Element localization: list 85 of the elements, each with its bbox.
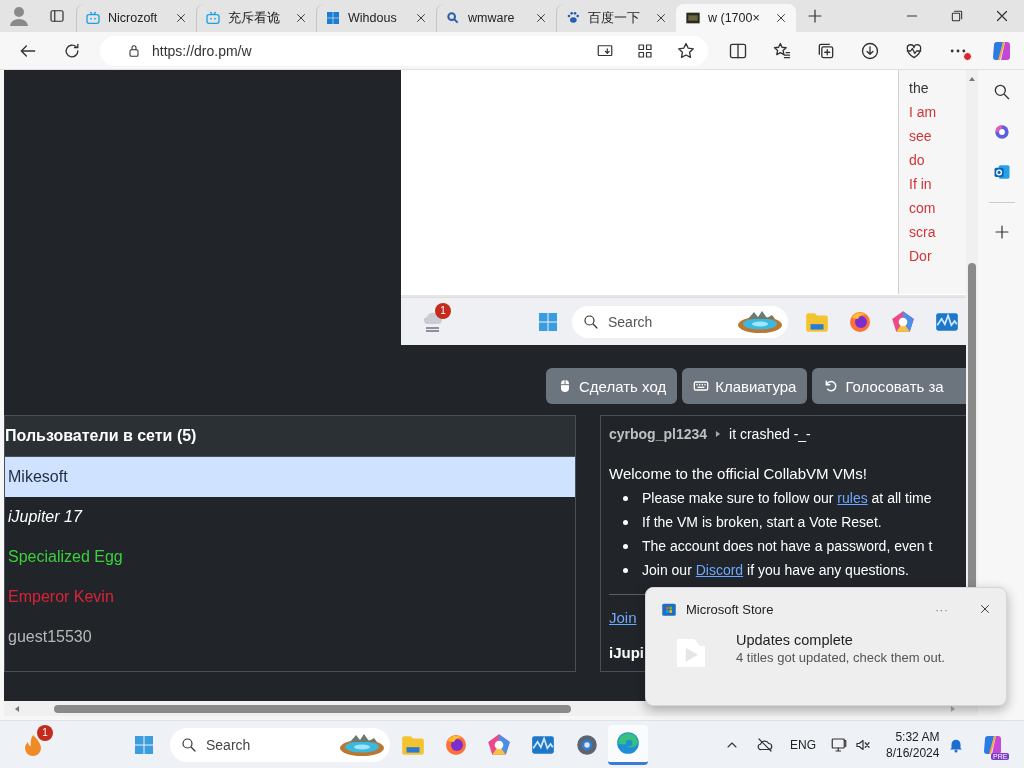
taskbar-button[interactable] [608, 724, 648, 765]
action-button[interactable]: Голосовать за [812, 368, 966, 404]
tv-icon [205, 10, 221, 26]
rule-text: Join our Discord if you have any questions. [642, 561, 909, 580]
download-icon[interactable] [860, 40, 880, 61]
chat-username: iJupi [609, 643, 644, 663]
text-line: com [909, 199, 936, 218]
landscape-icon [736, 309, 784, 334]
user-name: Mikesoft [8, 468, 68, 486]
firefox-icon[interactable] [848, 309, 872, 334]
notification-badge: 1 [37, 724, 53, 741]
grid-icon[interactable] [636, 41, 654, 60]
notification-body: 4 titles got updated, check them out. [736, 650, 945, 665]
favorite-star-icon[interactable] [676, 40, 696, 61]
welcome-text: Welcome to the official CollabVM VMs! [609, 464, 868, 484]
bullet-icon [623, 519, 628, 525]
rule-text: If the VM is broken, start a Vote Reset. [642, 513, 882, 532]
close-icon[interactable] [774, 11, 788, 25]
user-name: iJupiter 17 [8, 508, 82, 526]
text-line: see [909, 127, 932, 146]
notification-title: Updates complete [736, 632, 854, 648]
language-indicator[interactable]: ENG [790, 737, 816, 752]
search-icon [582, 312, 600, 331]
close-icon[interactable] [414, 11, 428, 25]
panel-header: Пользователи в сети (5) [5, 416, 575, 457]
user-list-item[interactable]: guest15530 [5, 617, 575, 657]
text-line: do [909, 151, 925, 170]
user-name: guest15530 [8, 628, 92, 646]
tv-icon [85, 10, 101, 26]
firefox-icon[interactable] [444, 732, 468, 757]
tab-actions-icon[interactable] [48, 7, 66, 25]
browser-icon [615, 730, 641, 756]
bullet-icon [623, 567, 628, 573]
lock-icon [126, 42, 142, 59]
keyboard-icon [693, 378, 710, 394]
search-icon[interactable] [992, 82, 1012, 102]
close-icon[interactable] [978, 602, 992, 616]
rule-text: The account does not have a password, even t [642, 537, 933, 556]
copilot-icon[interactable] [992, 122, 1012, 142]
notification-badge: 1 [435, 302, 451, 319]
text-link[interactable]: Join [609, 607, 637, 629]
new-tab-icon[interactable] [806, 7, 824, 25]
user-name: Emperor Kevin [8, 588, 114, 606]
address-field[interactable]: https://dro.pm/w [100, 35, 708, 66]
windows-logo-icon [325, 10, 341, 26]
notification-dot [963, 51, 972, 61]
text-line: If in [909, 175, 932, 194]
chat-username: cyrbog_pl1234 [609, 425, 708, 444]
thumbnail-icon [685, 10, 701, 26]
close-icon[interactable] [294, 11, 308, 25]
user-list-item[interactable]: Mikesoft [5, 457, 575, 497]
close-icon[interactable] [654, 11, 668, 25]
search-icon [445, 10, 461, 26]
search-field[interactable]: Search [170, 727, 390, 762]
clock-time[interactable]: 5:32 AM [895, 728, 940, 745]
browser-tab[interactable]: w (1700× [676, 4, 796, 32]
user-name: Specialized Egg [8, 548, 123, 566]
profile-icon[interactable] [7, 4, 31, 28]
scrollbar-thumb[interactable] [54, 704, 571, 713]
search-icon [180, 735, 198, 754]
favorites-icon[interactable] [772, 40, 792, 61]
text-line: Dor [909, 247, 932, 266]
text-line: I am [909, 103, 937, 122]
clock-date[interactable]: 8/16/2024 [886, 744, 940, 761]
rule-text: Please make sure to follow our rules at all time [642, 489, 932, 508]
text-line: scra [909, 223, 936, 242]
outlook-icon[interactable] [992, 162, 1012, 182]
close-icon[interactable] [534, 11, 548, 25]
landscape-icon [338, 732, 386, 757]
bullet-icon [623, 543, 628, 549]
bullet-icon [623, 495, 628, 501]
action-button[interactable]: Клавиатура [682, 368, 808, 404]
paw-icon [565, 10, 581, 26]
user-list-item[interactable]: iJupiter 17 [5, 497, 575, 537]
action-button[interactable]: Сделать ход [546, 368, 678, 404]
search-field[interactable]: Search [572, 305, 788, 338]
text-link[interactable]: Discord [695, 562, 744, 578]
text-link[interactable]: rules [837, 490, 868, 506]
monitor-icon[interactable] [830, 735, 848, 754]
app-name: Microsoft Store [686, 601, 775, 617]
add-icon[interactable] [993, 223, 1011, 241]
text-line: the [909, 79, 929, 98]
chat-message: it crashed -_- [729, 425, 811, 444]
user-list-item[interactable]: Specialized Egg [5, 537, 575, 577]
close-icon[interactable] [174, 11, 188, 25]
